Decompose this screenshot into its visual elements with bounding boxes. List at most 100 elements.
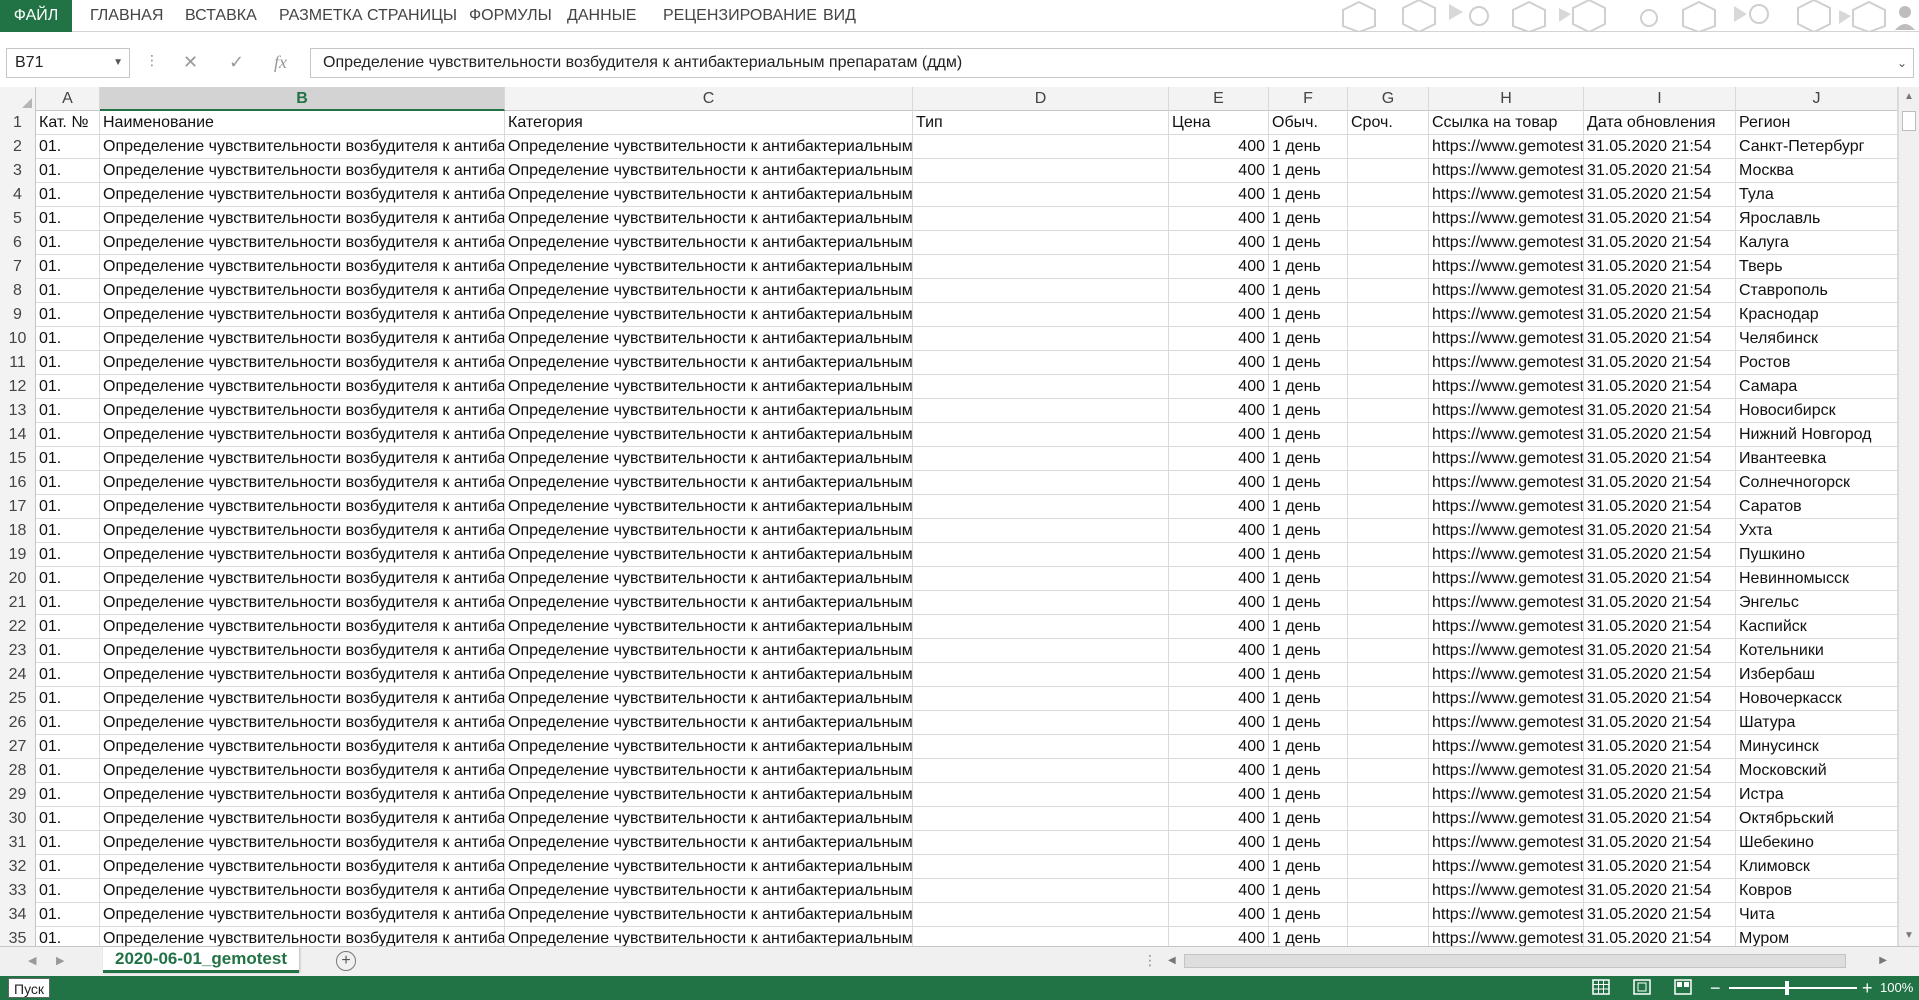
cell[interactable]: 01. — [36, 639, 100, 663]
cell[interactable]: 31.05.2020 21:54 — [1584, 759, 1736, 783]
row-header[interactable]: 20 — [0, 567, 36, 591]
cell[interactable]: Определение чувствительности к антибакте… — [505, 855, 913, 879]
ribbon-tab-4[interactable]: РАЗМЕТКА СТРАНИЦЫ — [265, 0, 471, 32]
cell[interactable]: 01. — [36, 255, 100, 279]
cell[interactable]: https://www.gemotest.ru — [1429, 615, 1584, 639]
cell[interactable]: Определение чувствительности возбудителя… — [100, 327, 505, 351]
row-header[interactable]: 21 — [0, 591, 36, 615]
cell[interactable]: Регион — [1736, 111, 1898, 135]
cell[interactable]: https://www.gemotest.ru — [1429, 495, 1584, 519]
select-all-button[interactable] — [0, 87, 36, 111]
cell[interactable]: 400 — [1169, 351, 1269, 375]
cell[interactable]: Обыч. — [1269, 111, 1348, 135]
cell[interactable]: Определение чувствительности возбудителя… — [100, 447, 505, 471]
cell[interactable]: https://www.gemotest.ru — [1429, 735, 1584, 759]
row-header[interactable]: 34 — [0, 903, 36, 927]
cell[interactable]: Чита — [1736, 903, 1898, 927]
cell[interactable] — [913, 711, 1169, 735]
formula-input[interactable]: Определение чувствительности возбудителя… — [310, 48, 1914, 78]
cell[interactable]: Ставрополь — [1736, 279, 1898, 303]
cell[interactable]: Ссылка на товар — [1429, 111, 1584, 135]
cancel-icon[interactable]: ✕ — [183, 52, 198, 73]
cell[interactable]: Ростов — [1736, 351, 1898, 375]
cell[interactable]: 1 день — [1269, 879, 1348, 903]
cell[interactable] — [1348, 783, 1429, 807]
cell[interactable]: Кат. № — [36, 111, 100, 135]
cell[interactable]: Определение чувствительности к антибакте… — [505, 735, 913, 759]
cell[interactable] — [913, 327, 1169, 351]
cell[interactable]: https://www.gemotest.ru — [1429, 663, 1584, 687]
cell[interactable]: 1 день — [1269, 447, 1348, 471]
cell[interactable]: 400 — [1169, 783, 1269, 807]
cell[interactable]: Санкт-Петербург — [1736, 135, 1898, 159]
cell[interactable]: Определение чувствительности возбудителя… — [100, 471, 505, 495]
cell[interactable] — [1348, 591, 1429, 615]
cell[interactable]: Пушкино — [1736, 543, 1898, 567]
row-header[interactable]: 31 — [0, 831, 36, 855]
horizontal-scroll-thumb[interactable] — [1184, 954, 1846, 968]
vertical-scroll-thumb[interactable] — [1902, 111, 1916, 131]
cell[interactable] — [913, 303, 1169, 327]
cell[interactable] — [913, 759, 1169, 783]
cell[interactable]: 1 день — [1269, 375, 1348, 399]
zoom-slider[interactable] — [1729, 987, 1857, 989]
ribbon-tab-7[interactable]: РЕЦЕНЗИРОВАНИЕ — [649, 0, 831, 32]
column-header-f[interactable]: F — [1269, 87, 1348, 111]
cell[interactable]: 400 — [1169, 831, 1269, 855]
column-header-j[interactable]: J — [1736, 87, 1898, 111]
cell[interactable]: 01. — [36, 471, 100, 495]
cell[interactable]: 31.05.2020 21:54 — [1584, 303, 1736, 327]
row-header[interactable]: 29 — [0, 783, 36, 807]
cell[interactable]: 400 — [1169, 903, 1269, 927]
cell[interactable]: https://www.gemotest.ru — [1429, 759, 1584, 783]
cell[interactable] — [913, 615, 1169, 639]
cell[interactable]: 01. — [36, 783, 100, 807]
cell[interactable]: 1 день — [1269, 567, 1348, 591]
cell[interactable] — [913, 807, 1169, 831]
row-header[interactable]: 10 — [0, 327, 36, 351]
cell[interactable]: Определение чувствительности возбудителя… — [100, 303, 505, 327]
cell[interactable]: 31.05.2020 21:54 — [1584, 879, 1736, 903]
cell[interactable]: Шатура — [1736, 711, 1898, 735]
cell[interactable]: 31.05.2020 21:54 — [1584, 159, 1736, 183]
cell[interactable] — [913, 519, 1169, 543]
ribbon-tab-6[interactable]: ДАННЫЕ — [553, 0, 650, 32]
cell[interactable] — [913, 591, 1169, 615]
cell[interactable]: 1 день — [1269, 687, 1348, 711]
cell[interactable]: Определение чувствительности возбудителя… — [100, 759, 505, 783]
cell[interactable]: 1 день — [1269, 639, 1348, 663]
cell[interactable]: Минусинск — [1736, 735, 1898, 759]
cell[interactable]: 01. — [36, 567, 100, 591]
cell[interactable]: Определение чувствительности к антибакте… — [505, 711, 913, 735]
cell[interactable] — [913, 447, 1169, 471]
cell[interactable]: 1 день — [1269, 231, 1348, 255]
chevron-down-icon[interactable]: ▼ — [113, 49, 123, 77]
cell[interactable]: 400 — [1169, 495, 1269, 519]
cell[interactable]: Определение чувствительности к антибакте… — [505, 399, 913, 423]
cell[interactable] — [913, 279, 1169, 303]
cell[interactable]: https://www.gemotest.ru — [1429, 159, 1584, 183]
row-header[interactable]: 15 — [0, 447, 36, 471]
cell[interactable]: 31.05.2020 21:54 — [1584, 903, 1736, 927]
cell[interactable]: https://www.gemotest.ru — [1429, 567, 1584, 591]
cell[interactable]: 01. — [36, 615, 100, 639]
cell[interactable]: 400 — [1169, 615, 1269, 639]
cell[interactable]: 1 день — [1269, 183, 1348, 207]
cell[interactable] — [1348, 711, 1429, 735]
cell[interactable]: 31.05.2020 21:54 — [1584, 399, 1736, 423]
cell[interactable]: 01. — [36, 351, 100, 375]
cell[interactable]: 31.05.2020 21:54 — [1584, 663, 1736, 687]
row-header[interactable]: 22 — [0, 615, 36, 639]
cell[interactable] — [1348, 543, 1429, 567]
cell[interactable] — [1348, 879, 1429, 903]
cell[interactable]: https://www.gemotest.ru — [1429, 447, 1584, 471]
row-header[interactable]: 32 — [0, 855, 36, 879]
scroll-up-icon[interactable]: ▲ — [1899, 87, 1919, 107]
cell[interactable]: 31.05.2020 21:54 — [1584, 639, 1736, 663]
cell[interactable]: 1 день — [1269, 399, 1348, 423]
column-header-a[interactable]: A — [36, 87, 100, 111]
cell[interactable]: Энгельс — [1736, 591, 1898, 615]
start-button[interactable]: Пуск — [8, 978, 51, 998]
cell[interactable] — [1348, 807, 1429, 831]
row-header[interactable]: 3 — [0, 159, 36, 183]
